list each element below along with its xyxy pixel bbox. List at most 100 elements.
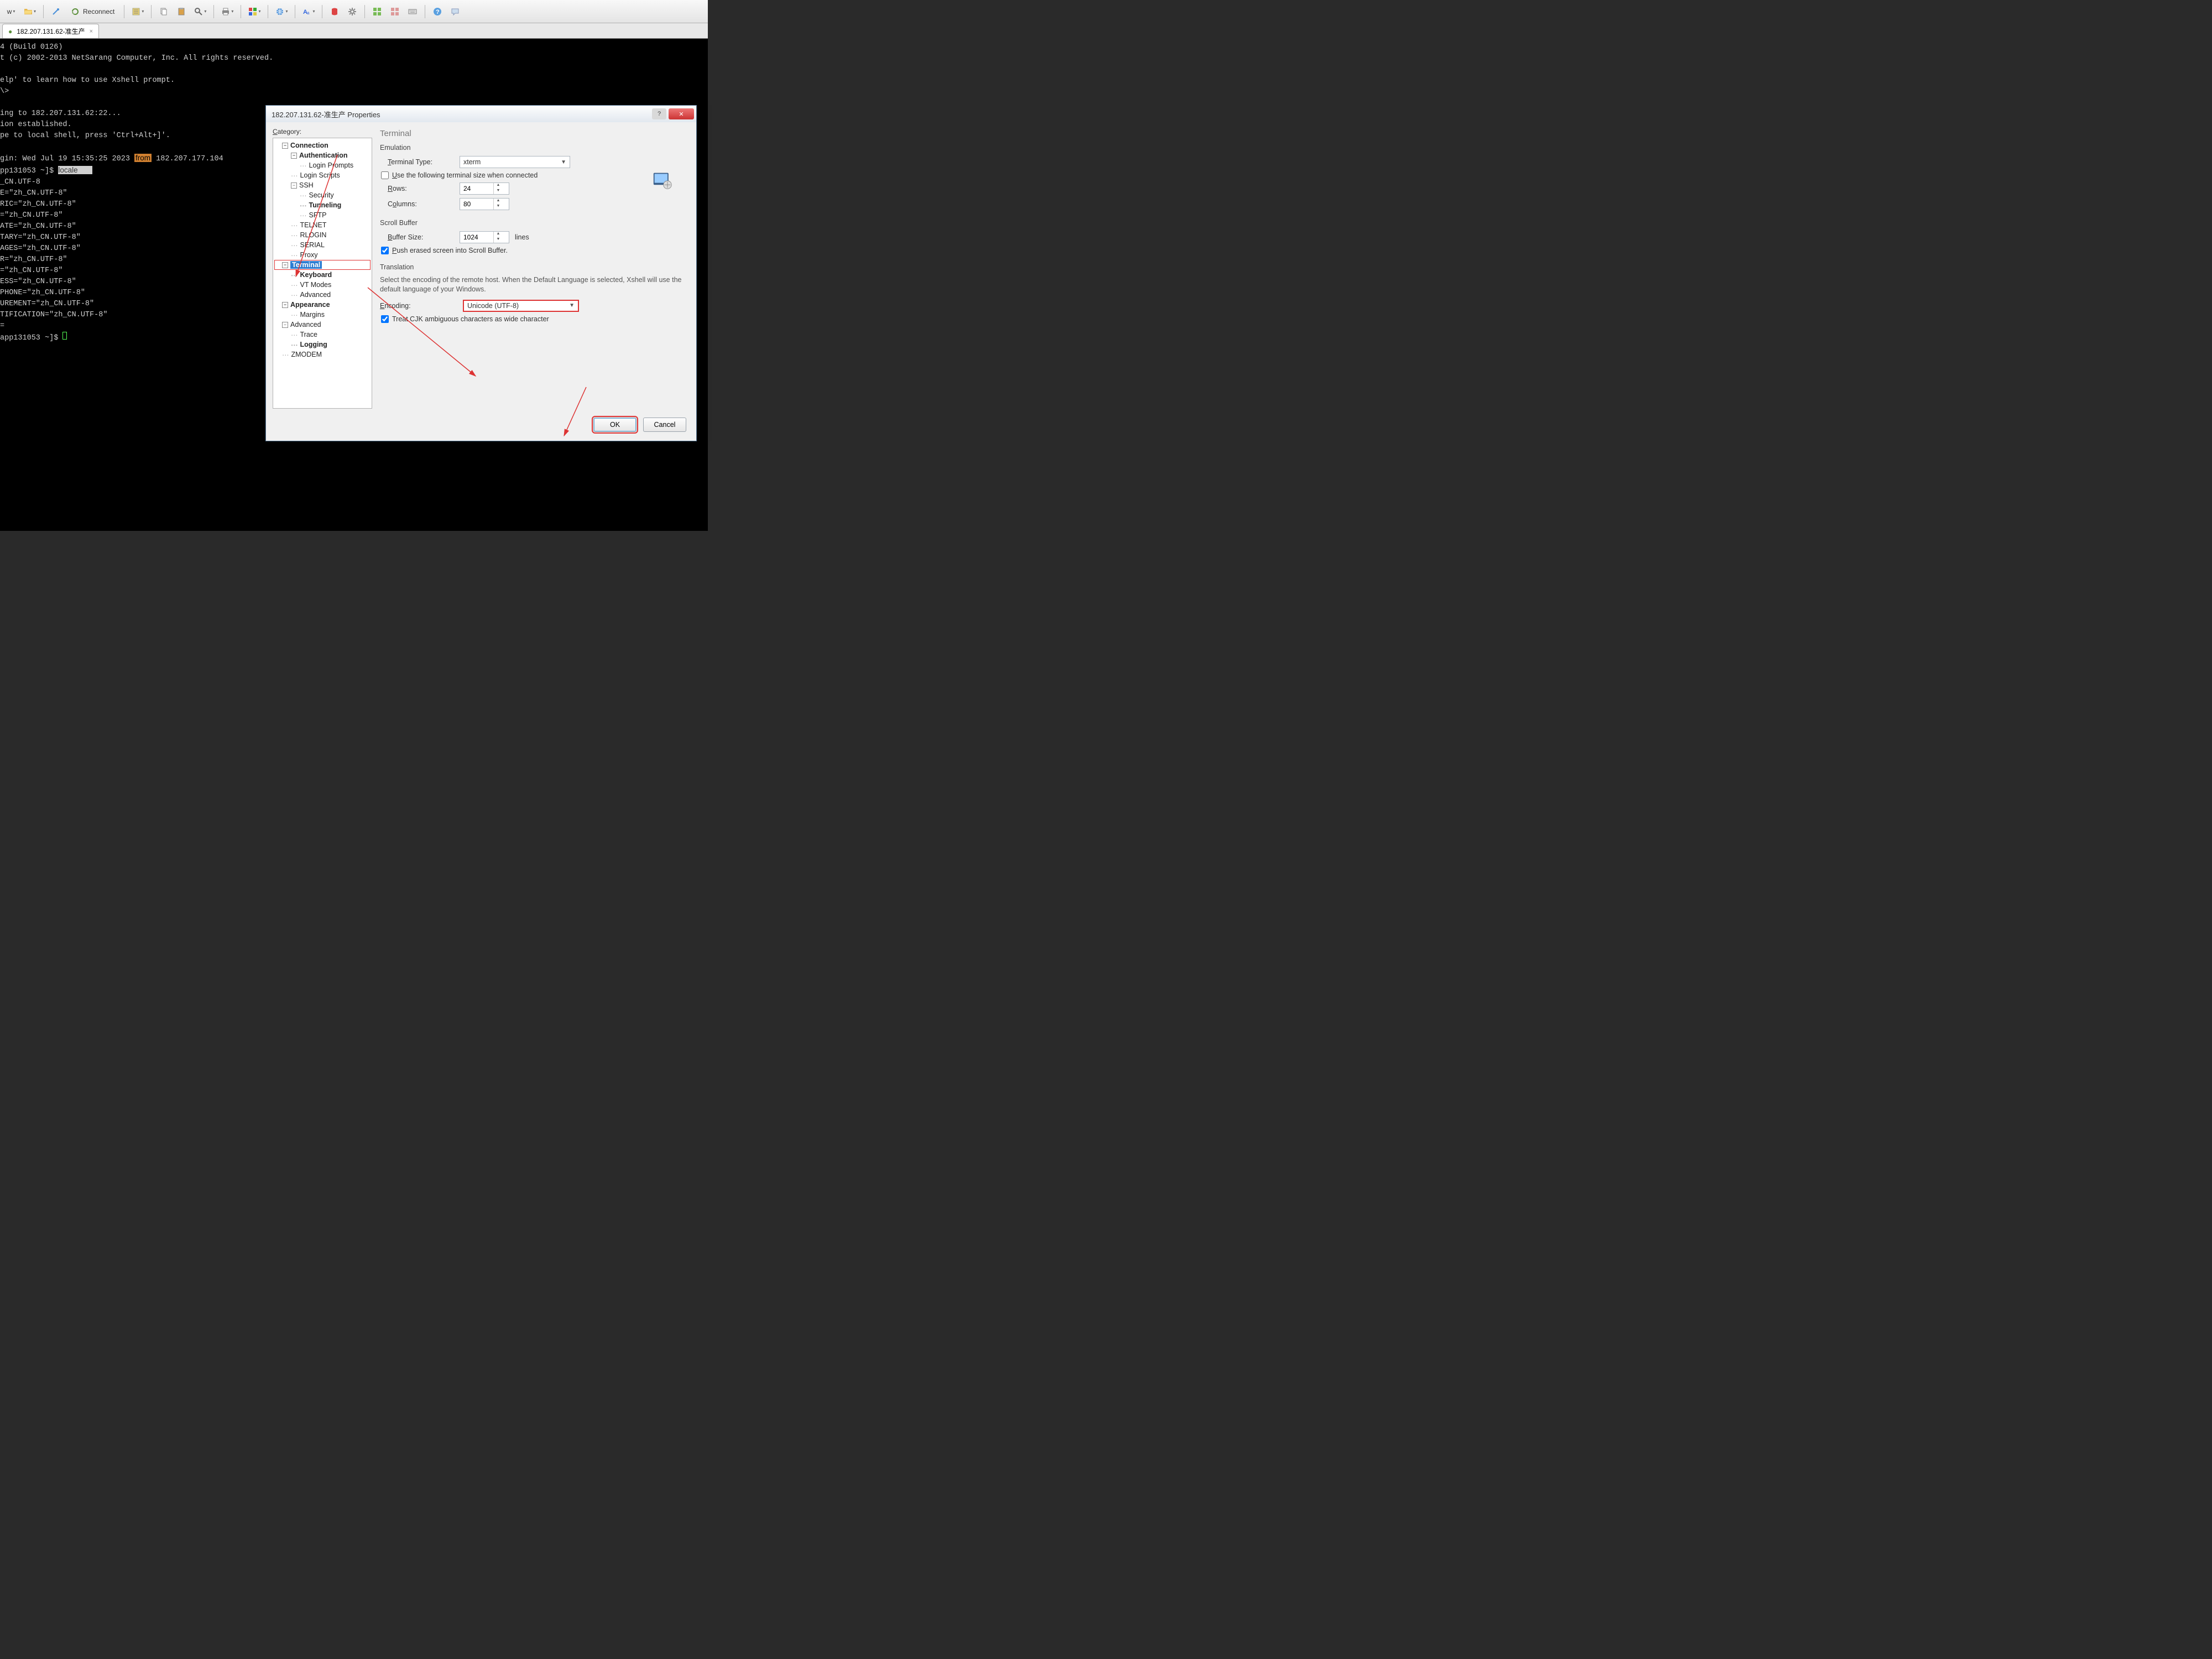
buf-down[interactable]: ▼ (494, 237, 503, 243)
properties-button[interactable]: ▾ (129, 4, 147, 19)
color-button[interactable]: ▾ (246, 4, 263, 19)
bubble-icon (451, 7, 460, 16)
tree-margins[interactable]: ⋯Margins (274, 310, 371, 320)
tree-login-prompts[interactable]: ⋯Login Prompts (274, 160, 371, 170)
dialog-help-button[interactable]: ? (652, 108, 666, 119)
reconnect-button[interactable]: Reconnect (66, 4, 119, 19)
tab-title: 182.207.131.62-准生产 (17, 27, 85, 36)
tree-zmodem[interactable]: ⋯ZMODEM (274, 349, 371, 359)
rows-input[interactable] (460, 185, 493, 192)
search-icon (194, 7, 203, 16)
tree-ssh[interactable]: −SSH (274, 180, 371, 190)
help-toolbar-button[interactable]: ? (430, 4, 445, 19)
terminal-type-value: xterm (463, 158, 481, 166)
translation-group-label: Translation (380, 263, 686, 271)
use-terminal-size-label: Use the following terminal size when con… (392, 171, 538, 179)
tree-telnet[interactable]: ⋯TELNET (274, 220, 371, 230)
category-label: CCategory:ategory: (273, 128, 372, 135)
cjk-checkbox[interactable] (381, 315, 389, 323)
tab-close-button[interactable]: × (90, 28, 93, 35)
encoding-label: Encoding: (380, 302, 457, 310)
tree-login-scripts[interactable]: ⋯Login Scripts (274, 170, 371, 180)
tree-logging[interactable]: ⋯Logging (274, 340, 371, 349)
dialog-close-button[interactable]: ✕ (669, 108, 694, 119)
tree-authentication[interactable]: −Authentication (274, 150, 371, 160)
rows-down[interactable]: ▼ (494, 189, 503, 194)
paste-button[interactable] (174, 4, 189, 19)
gear-icon (348, 7, 357, 16)
tree-tunneling[interactable]: ⋯Tunneling (274, 200, 371, 210)
script-button[interactable] (327, 4, 342, 19)
terminal-type-label: Terminal Type: (388, 158, 454, 166)
tree-advanced2[interactable]: −Advanced (274, 320, 371, 330)
tree-rlogin[interactable]: ⋯RLOGIN (274, 230, 371, 240)
tree-sftp[interactable]: ⋯SFTP (274, 210, 371, 220)
script-icon (330, 7, 339, 16)
cols-up[interactable]: ▲ (494, 199, 503, 204)
dialog-titlebar[interactable]: 182.207.131.62-准生产 Properties ? ✕ (266, 106, 696, 122)
category-tree[interactable]: −Connection −Authentication ⋯Login Promp… (273, 138, 372, 409)
buffer-size-spinner[interactable]: ▲▼ (460, 231, 509, 243)
copy-button[interactable] (156, 4, 171, 19)
open-folder-button[interactable]: ▾ (21, 4, 39, 19)
find-button[interactable]: ▾ (191, 4, 209, 19)
tree-advanced[interactable]: ⋯Advanced (274, 290, 371, 300)
wand-icon (51, 7, 60, 16)
keyboard-icon (408, 7, 417, 16)
encoding-value: Unicode (UTF-8) (467, 302, 519, 310)
scroll-buffer-group-label: Scroll Buffer (380, 219, 686, 227)
main-toolbar: w▾ ▾ Reconnect ▾ ▾ ▾ ▾ ▾ Aa▾ ? (0, 0, 708, 23)
globe-icon (275, 7, 284, 16)
copy-icon (159, 7, 168, 16)
cancel-button[interactable]: Cancel (643, 418, 686, 432)
new-window-button[interactable]: w▾ (3, 4, 19, 19)
font-button[interactable]: Aa▾ (300, 4, 317, 19)
globe-button[interactable]: ▾ (273, 4, 290, 19)
tab-bar: ● 182.207.131.62-准生产 × (0, 23, 708, 39)
use-terminal-size-checkbox[interactable] (381, 171, 389, 179)
folder-open-icon (24, 7, 33, 16)
about-button[interactable] (447, 4, 463, 19)
svg-text:?: ? (436, 9, 440, 15)
encoding-combo[interactable]: Unicode (UTF-8)▼ (463, 300, 579, 312)
tree-vt-modes[interactable]: ⋯VT Modes (274, 280, 371, 290)
keyboard-button[interactable] (405, 4, 420, 19)
tile2-icon (390, 7, 399, 16)
buf-up[interactable]: ▲ (494, 232, 503, 237)
font-icon: Aa (302, 7, 311, 16)
tree-appearance[interactable]: −Appearance (274, 300, 371, 310)
separator (43, 5, 44, 18)
print-button[interactable]: ▾ (218, 4, 236, 19)
paste-icon (177, 7, 186, 16)
printer-icon (221, 7, 230, 16)
tile2-button[interactable] (387, 4, 403, 19)
tile1-button[interactable] (369, 4, 385, 19)
buffer-size-input[interactable] (460, 233, 493, 241)
columns-spinner[interactable]: ▲▼ (460, 198, 509, 210)
properties-dialog: 182.207.131.62-准生产 Properties ? ✕ CCateg… (265, 105, 697, 441)
rows-spinner[interactable]: ▲▼ (460, 182, 509, 195)
terminal-type-combo[interactable]: xterm▼ (460, 156, 570, 168)
tree-connection[interactable]: −Connection (274, 140, 371, 150)
push-erased-label: Push erased screen into Scroll Buffer. (392, 247, 508, 254)
columns-input[interactable] (460, 200, 493, 208)
tree-keyboard[interactable]: ⋯Keyboard (274, 270, 371, 280)
ok-button[interactable]: OK (593, 418, 637, 432)
separator (151, 5, 152, 18)
reconnect-icon (71, 7, 80, 16)
cjk-label: Treat CJK ambiguous characters as wide c… (392, 315, 549, 323)
cols-down[interactable]: ▼ (494, 204, 503, 210)
tree-trace[interactable]: ⋯Trace (274, 330, 371, 340)
link-button[interactable] (48, 4, 64, 19)
panel-heading: Terminal (380, 129, 686, 138)
tree-terminal[interactable]: −Terminal (274, 260, 371, 270)
buffer-size-label: Buffer Size: (388, 233, 454, 241)
gear-button[interactable] (345, 4, 360, 19)
push-erased-checkbox[interactable] (381, 247, 389, 254)
tree-security[interactable]: ⋯Security (274, 190, 371, 200)
session-tab[interactable]: ● 182.207.131.62-准生产 × (2, 24, 99, 38)
rows-up[interactable]: ▲ (494, 183, 503, 189)
svg-text:a: a (307, 11, 310, 15)
tree-proxy[interactable]: ⋯Proxy (274, 250, 371, 260)
tree-serial[interactable]: ⋯SERIAL (274, 240, 371, 250)
